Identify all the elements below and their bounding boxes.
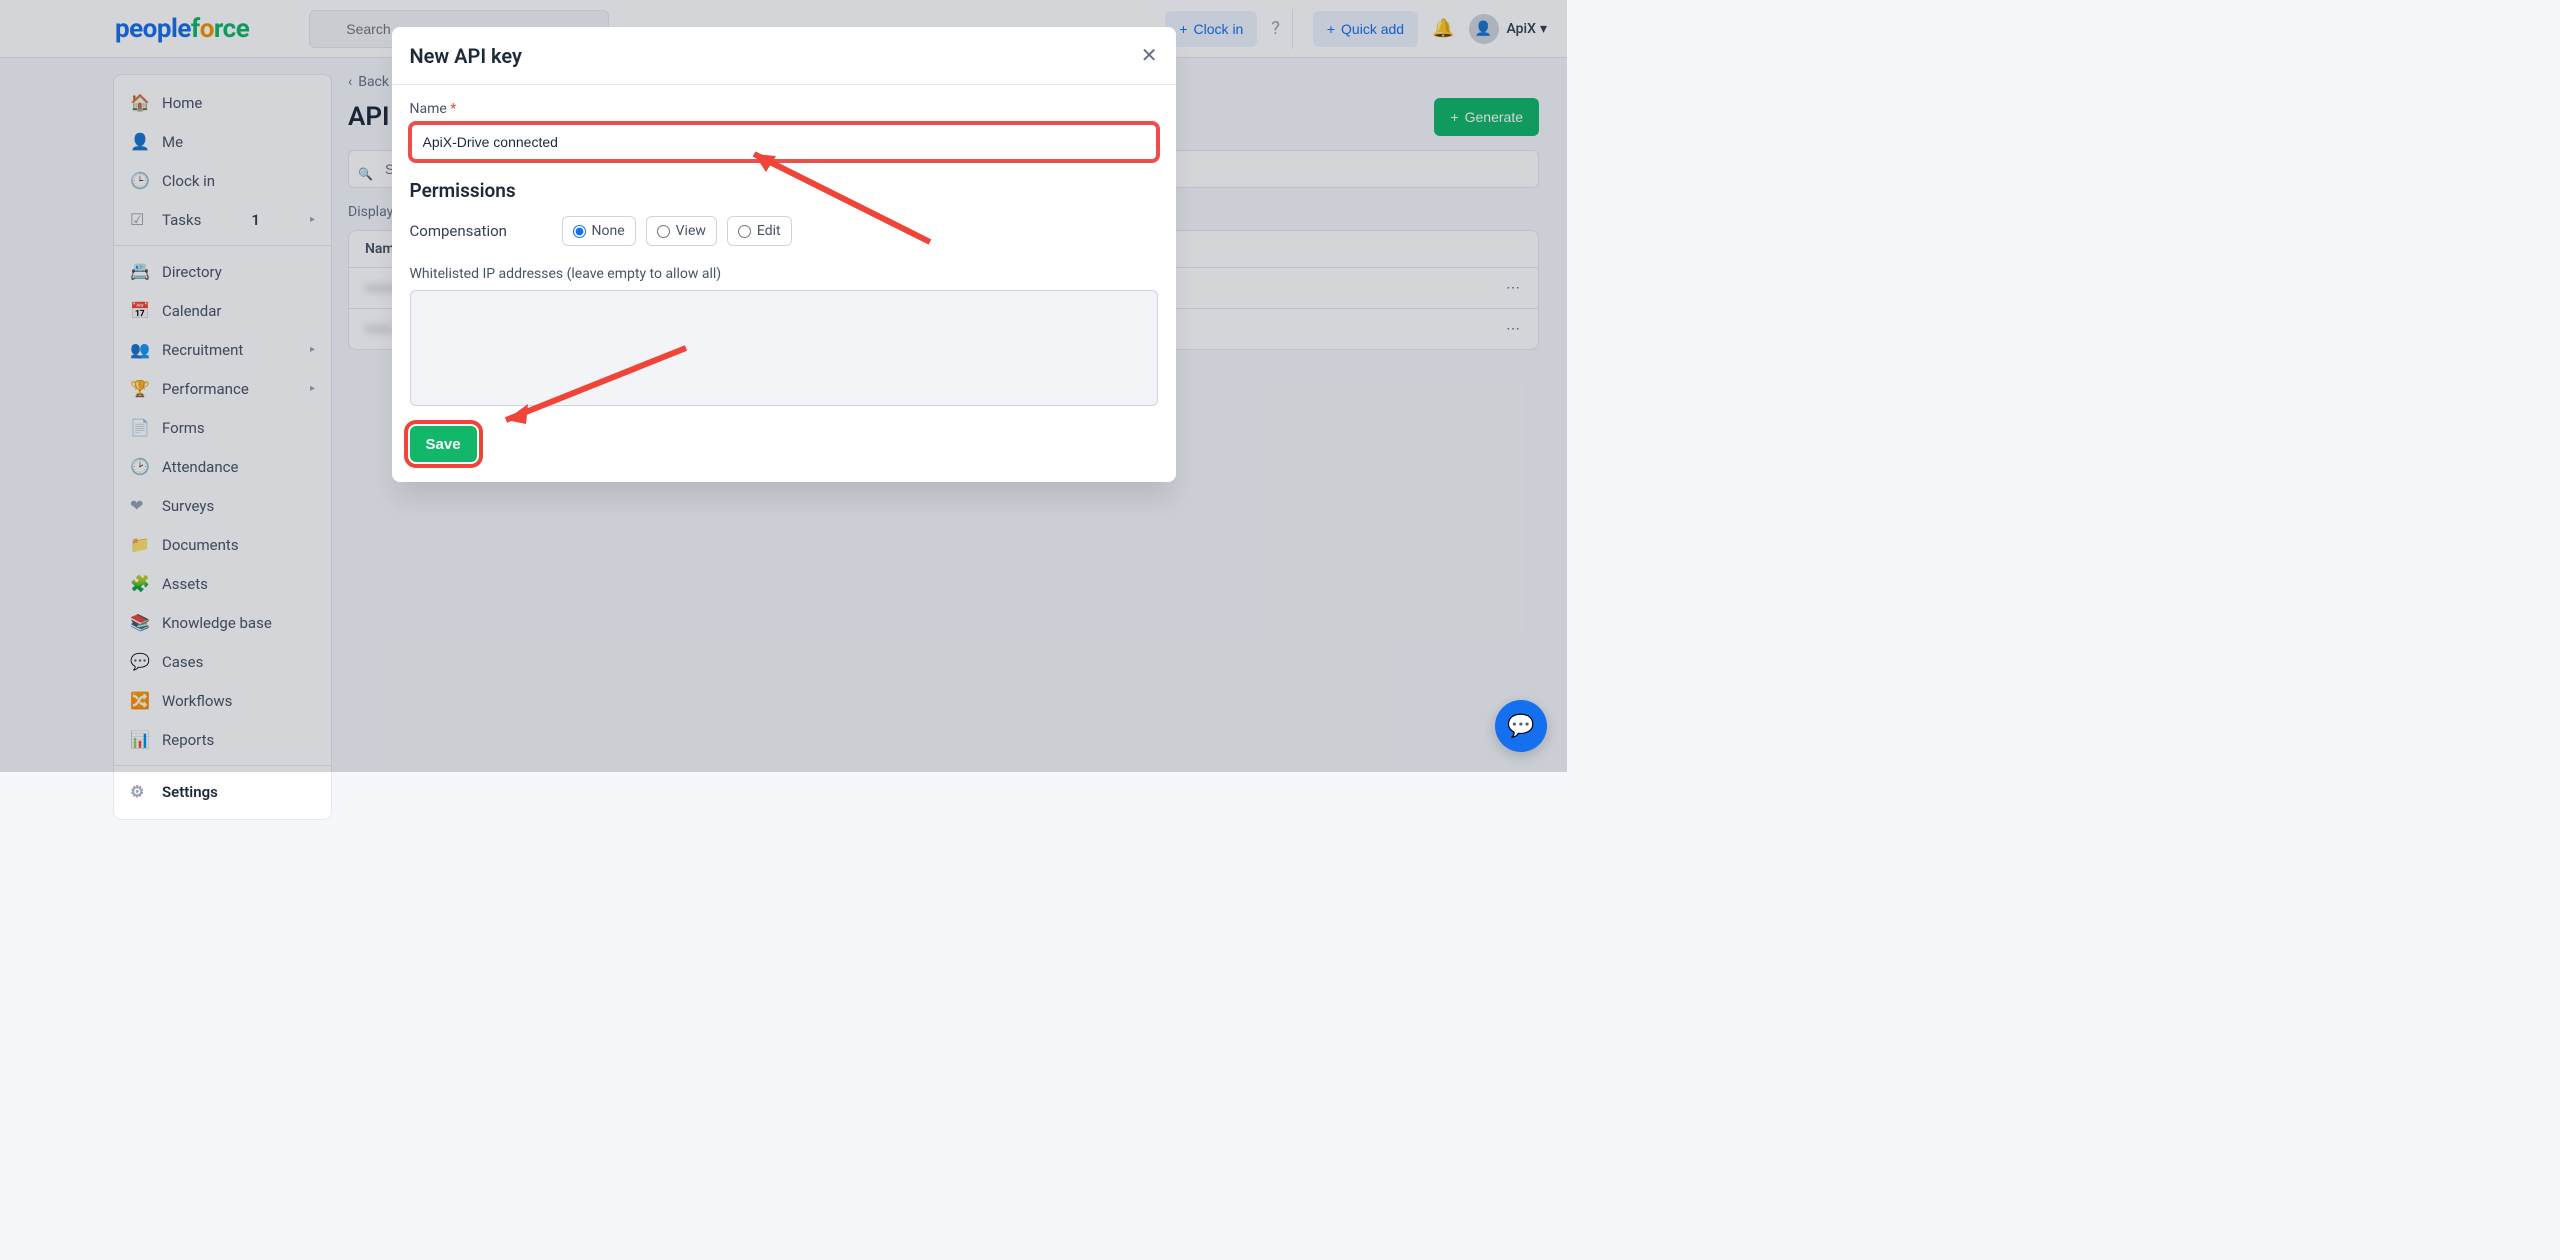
save-button[interactable]: Save	[410, 426, 477, 462]
name-input[interactable]	[410, 123, 1158, 161]
compensation-label: Compensation	[410, 222, 530, 240]
modal-title: New API key	[410, 44, 522, 68]
settings-icon: ⚙	[130, 782, 148, 801]
chat-icon: 💬	[1507, 714, 1534, 739]
chat-fab[interactable]: 💬	[1495, 700, 1547, 752]
new-api-key-modal: New API key ✕ Name * Permissions Compens…	[392, 27, 1176, 482]
ip-whitelist-textarea[interactable]	[410, 290, 1158, 406]
radio-edit[interactable]: Edit	[727, 216, 792, 246]
radio-none[interactable]: None	[562, 216, 636, 246]
ip-whitelist-label: Whitelisted IP addresses (leave empty to…	[410, 266, 1158, 282]
name-field-label: Name *	[410, 101, 1158, 117]
modal-backdrop[interactable]: New API key ✕ Name * Permissions Compens…	[0, 0, 1567, 772]
sidebar-item-settings[interactable]: ⚙ Settings	[114, 772, 331, 811]
radio-view[interactable]: View	[646, 216, 717, 246]
sidebar-item-label: Settings	[162, 783, 218, 801]
close-icon[interactable]: ✕	[1141, 43, 1158, 68]
permissions-heading: Permissions	[410, 179, 1158, 202]
